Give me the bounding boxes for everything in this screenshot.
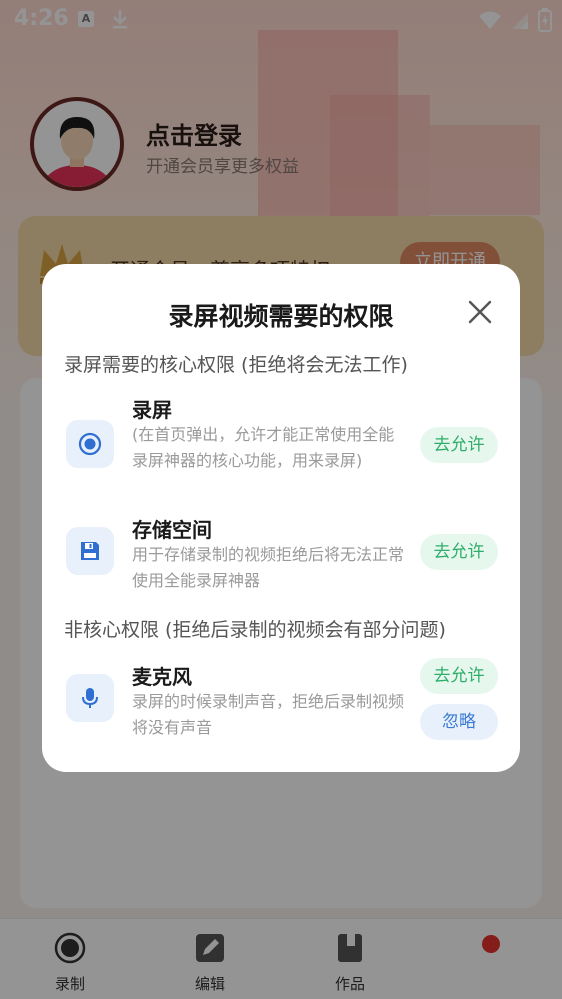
screen: 4:26 A 点击登录 开通会员享更多权益 立即开通 录制 编辑 作品 录屏视频… — [0, 0, 562, 999]
allow-record-button[interactable]: 去允许 — [420, 427, 498, 463]
ignore-microphone-button[interactable]: 忽略 — [420, 704, 498, 740]
permission-desc-storage: 用于存储录制的视频拒绝后将无法正常使用全能录屏神器 — [132, 545, 405, 590]
close-button[interactable] — [462, 294, 498, 330]
record-screen-icon — [66, 420, 114, 468]
allow-storage-button[interactable]: 去允许 — [420, 534, 498, 570]
noncore-permissions-heading: 非核心权限 (拒绝后录制的视频会有部分问题) — [64, 619, 446, 641]
storage-icon — [66, 527, 114, 575]
permission-desc-microphone: 录屏的时候录制声音，拒绝后录制视频将没有声音 — [132, 692, 405, 737]
permission-name-microphone: 麦克风 — [132, 665, 192, 689]
permission-name-storage: 存储空间 — [132, 518, 212, 542]
permission-name-record: 录屏 — [132, 398, 172, 422]
microphone-icon — [66, 674, 114, 722]
allow-microphone-button[interactable]: 去允许 — [420, 658, 498, 694]
permission-dialog: 录屏视频需要的权限 录屏需要的核心权限 (拒绝将会无法工作) 录屏 (在首页弹出… — [42, 264, 520, 772]
core-permissions-heading: 录屏需要的核心权限 (拒绝将会无法工作) — [64, 354, 408, 376]
dialog-title: 录屏视频需要的权限 — [168, 302, 394, 331]
close-icon — [468, 300, 492, 324]
permission-desc-record: (在首页弹出，允许才能正常使用全能录屏神器的核心功能，用来录屏) — [132, 425, 395, 470]
